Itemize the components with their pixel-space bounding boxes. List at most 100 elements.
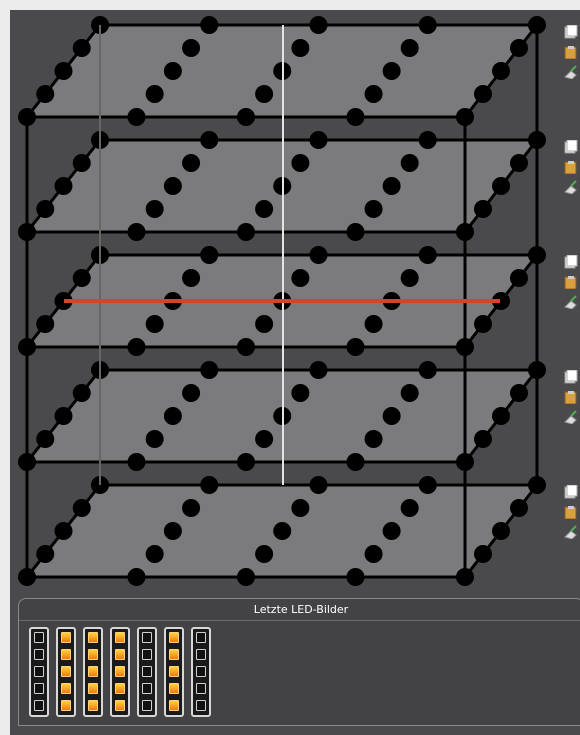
led <box>382 407 401 425</box>
led <box>182 39 201 57</box>
led <box>72 269 91 287</box>
history-cell <box>169 666 179 677</box>
history-cell <box>115 649 125 660</box>
history-cell <box>142 632 152 643</box>
copy-icon[interactable] <box>564 484 580 500</box>
history-cell <box>196 632 206 643</box>
copy-icon[interactable] <box>564 24 580 40</box>
led <box>492 177 510 195</box>
history-cell <box>34 683 44 694</box>
clear-icon[interactable] <box>564 294 580 310</box>
history-cell <box>61 632 71 643</box>
history-cell <box>88 649 98 660</box>
led <box>510 154 528 172</box>
history-cell <box>34 649 44 660</box>
led <box>309 131 328 149</box>
history-frame-2[interactable] <box>56 627 76 717</box>
clear-icon[interactable] <box>564 409 580 425</box>
led <box>182 269 201 287</box>
clear-icon[interactable] <box>564 179 580 195</box>
led <box>346 223 365 241</box>
history-frame-6[interactable] <box>164 627 184 717</box>
history-cell <box>115 683 125 694</box>
history-frame-7[interactable] <box>191 627 211 717</box>
cube-layer-5 <box>18 476 546 586</box>
led <box>200 16 219 34</box>
history-cell <box>34 632 44 643</box>
led <box>54 62 73 80</box>
history-separator <box>19 620 580 621</box>
led <box>237 223 255 241</box>
led <box>163 62 182 80</box>
led <box>163 177 182 195</box>
led <box>492 62 510 80</box>
led <box>382 522 401 540</box>
paste-icon[interactable] <box>564 504 580 520</box>
led <box>145 85 164 103</box>
led <box>163 522 182 540</box>
led-cube-editor: Letzte LED-Bilder <box>10 10 580 735</box>
led <box>364 315 383 333</box>
led <box>510 384 528 402</box>
led <box>127 223 146 241</box>
led <box>418 246 437 264</box>
led <box>510 269 528 287</box>
history-cell <box>88 632 98 643</box>
paste-icon[interactable] <box>564 389 580 405</box>
history-cell <box>196 683 206 694</box>
led <box>309 476 328 494</box>
paste-icon[interactable] <box>564 159 580 175</box>
led <box>36 430 55 448</box>
led <box>127 108 146 126</box>
history-cell <box>34 700 44 711</box>
led <box>346 453 365 471</box>
history-cell <box>142 649 152 660</box>
cube-canvas[interactable] <box>10 10 558 598</box>
led <box>309 246 328 264</box>
history-cell <box>169 683 179 694</box>
clear-icon[interactable] <box>564 524 580 540</box>
led <box>36 545 55 563</box>
layer-tools-column <box>558 10 580 598</box>
led <box>291 384 310 402</box>
history-frame-1[interactable] <box>29 627 49 717</box>
history-cell <box>169 632 179 643</box>
led <box>400 39 419 57</box>
history-cell <box>34 666 44 677</box>
copy-icon[interactable] <box>564 254 580 270</box>
led <box>54 522 73 540</box>
led <box>72 39 91 57</box>
led <box>291 269 310 287</box>
led <box>309 361 328 379</box>
clear-icon[interactable] <box>564 64 580 80</box>
history-title: Letzte LED-Bilder <box>253 603 349 616</box>
led <box>255 85 274 103</box>
led <box>346 568 365 586</box>
paste-icon[interactable] <box>564 274 580 290</box>
led <box>418 361 437 379</box>
copy-icon[interactable] <box>564 139 580 155</box>
history-cell <box>115 632 125 643</box>
history-frame-4[interactable] <box>110 627 130 717</box>
history-cell <box>169 649 179 660</box>
led <box>364 200 383 218</box>
led <box>364 430 383 448</box>
led <box>382 177 401 195</box>
led <box>364 545 383 563</box>
led <box>36 85 55 103</box>
history-frame-3[interactable] <box>83 627 103 717</box>
history-cell <box>88 666 98 677</box>
copy-icon[interactable] <box>564 369 580 385</box>
paste-icon[interactable] <box>564 44 580 60</box>
led <box>72 499 91 517</box>
led <box>418 476 437 494</box>
history-cell <box>61 683 71 694</box>
led <box>474 85 492 103</box>
history-cell <box>142 683 152 694</box>
led <box>145 430 164 448</box>
led <box>145 315 164 333</box>
history-frame-5[interactable] <box>137 627 157 717</box>
history-cell <box>169 700 179 711</box>
led <box>400 154 419 172</box>
led <box>182 499 201 517</box>
